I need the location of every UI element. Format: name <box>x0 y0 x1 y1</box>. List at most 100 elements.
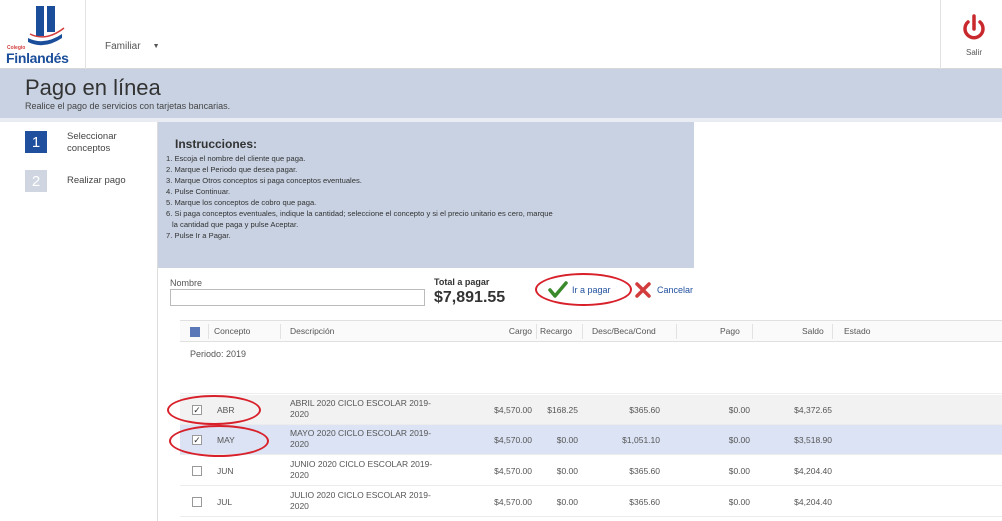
cell-descripcion-line: JUNIO 2020 CICLO ESCOLAR 2019- <box>290 459 433 469</box>
client-dropdown-value: Familiar <box>105 41 141 52</box>
row-checkbox[interactable]: ✓ <box>192 405 202 415</box>
cell-saldo: $4,204.40 <box>794 497 832 507</box>
school-logo[interactable]: Colegio Finlandés <box>4 2 84 66</box>
logo-divider <box>85 0 86 69</box>
step-label: Realizar pago <box>67 175 126 186</box>
cell-recargo: $0.00 <box>556 435 578 445</box>
cell-cargo: $4,570.00 <box>494 405 532 415</box>
close-icon <box>635 282 651 298</box>
instruction-item: 1. Escoja el nombre del cliente que paga… <box>166 154 306 163</box>
column-header-cargo[interactable]: Cargo <box>488 326 532 336</box>
step-select-concepts[interactable]: 1 Seleccionar conceptos <box>25 131 137 155</box>
column-separator <box>676 324 677 339</box>
instruction-item: 3. Marque Otros conceptos si paga concep… <box>166 176 362 185</box>
column-header-pago[interactable]: Pago <box>720 326 740 336</box>
cell-descripcion-line: 2020 <box>290 439 309 449</box>
row-checkbox[interactable]: ✓ <box>192 435 202 445</box>
column-header-descripcion[interactable]: Descripción <box>290 326 334 336</box>
title-band: Pago en línea Realice el pago de servici… <box>0 69 1002 118</box>
power-icon <box>963 14 985 40</box>
instructions-title: Instrucciones: <box>175 137 258 151</box>
cell-descripcion-line: 2020 <box>290 501 309 511</box>
logo-mark-icon <box>28 6 65 46</box>
step-number: 1 <box>25 131 47 153</box>
cell-saldo: $4,372.65 <box>794 405 832 415</box>
cell-recargo: $0.00 <box>556 497 578 507</box>
column-header-desc[interactable]: Desc/Beca/Cond <box>592 326 656 336</box>
cell-descripcion-line: ABRIL 2020 CICLO ESCOLAR 2019- <box>290 398 431 408</box>
cell-descripcion: JULIO 2020 CICLO ESCOLAR 2019- 2020 <box>290 490 450 512</box>
column-header-saldo[interactable]: Saldo <box>802 326 824 336</box>
total-amount: $7,891.55 <box>434 289 506 306</box>
cell-desc: $365.60 <box>629 466 660 476</box>
cell-recargo: $0.00 <box>556 466 578 476</box>
logout-button[interactable]: Salir <box>955 12 993 62</box>
table-row[interactable]: JUN JUNIO 2020 CICLO ESCOLAR 2019- 2020 … <box>180 456 1002 486</box>
steps-sidebar: 1 Seleccionar conceptos 2 Realizar pago <box>0 122 158 521</box>
cell-cargo: $4,570.00 <box>494 466 532 476</box>
column-separator <box>208 324 209 339</box>
row-checkbox[interactable] <box>192 466 202 476</box>
chevron-down-icon: ▼ <box>152 43 160 50</box>
cell-concepto: ABR <box>217 405 235 415</box>
cell-desc: $365.60 <box>629 497 660 507</box>
select-all-icon[interactable] <box>190 327 200 337</box>
cell-cargo: $4,570.00 <box>494 435 532 445</box>
step-make-payment[interactable]: 2 Realizar pago <box>25 170 137 192</box>
cancel-button[interactable]: Cancelar <box>633 280 693 300</box>
cell-desc: $365.60 <box>629 405 660 415</box>
logout-label: Salir <box>965 48 982 57</box>
instruction-item: 5. Marque los conceptos de cobro que pag… <box>166 198 317 207</box>
cell-pago: $0.00 <box>728 497 750 507</box>
cell-descripcion-line: MAYO 2020 CICLO ESCOLAR 2019- <box>290 428 432 438</box>
column-separator <box>536 324 537 339</box>
column-header-estado[interactable]: Estado <box>844 326 870 336</box>
cell-descripcion: ABRIL 2020 CICLO ESCOLAR 2019- 2020 <box>290 398 450 420</box>
step-number: 2 <box>25 170 47 192</box>
cell-cargo: $4,570.00 <box>494 497 532 507</box>
blank-row <box>180 364 1002 394</box>
column-separator <box>582 324 583 339</box>
instruction-item: 7. Pulse Ir a Pagar. <box>166 231 231 240</box>
column-separator <box>832 324 833 339</box>
cell-descripcion-line: 2020 <box>290 470 309 480</box>
row-checkbox[interactable] <box>192 497 202 507</box>
cell-desc: $1,051.10 <box>622 435 660 445</box>
grid-header: Concepto Descripción Cargo Recargo Desc/… <box>180 320 1002 342</box>
cell-pago: $0.00 <box>728 435 750 445</box>
step-label: Seleccionar conceptos <box>67 131 117 154</box>
column-separator <box>280 324 281 339</box>
checkmark-icon <box>548 281 568 298</box>
pay-button-label: Ir a pagar <box>572 285 611 295</box>
cell-concepto: MAY <box>217 435 235 445</box>
nombre-label: Nombre <box>170 278 203 288</box>
table-row[interactable]: ✓ ABR ABRIL 2020 CICLO ESCOLAR 2019- 202… <box>180 395 1002 425</box>
cell-pago: $0.00 <box>728 405 750 415</box>
cell-saldo: $3,518.90 <box>794 435 832 445</box>
top-bar: Colegio Finlandés Familiar ▼ Salir <box>0 0 1002 69</box>
nombre-input[interactable] <box>170 289 425 306</box>
cell-descripcion-line: JULIO 2020 CICLO ESCOLAR 2019- <box>290 490 431 500</box>
logo-text: Finlandés <box>6 50 69 66</box>
instructions-panel: Instrucciones: 1. Escoja el nombre del c… <box>158 122 694 268</box>
cell-descripcion-line: 2020 <box>290 409 309 419</box>
column-header-concepto[interactable]: Concepto <box>214 326 250 336</box>
cell-concepto: JUN <box>217 466 234 476</box>
pay-button[interactable]: Ir a pagar <box>548 280 611 300</box>
column-header-recargo[interactable]: Recargo <box>540 326 572 336</box>
logout-divider <box>940 0 941 69</box>
instruction-item: 2. Marque el Periodo que desea pagar. <box>166 165 298 174</box>
cell-recargo: $168.25 <box>547 405 578 415</box>
instruction-item: la cantidad que paga y pulse Aceptar. <box>172 220 299 229</box>
period-group-label[interactable]: Periodo: 2019 <box>190 349 246 359</box>
client-dropdown[interactable]: Familiar ▼ <box>105 41 160 52</box>
instruction-item: 6. Si paga conceptos eventuales, indique… <box>166 209 553 218</box>
table-row[interactable]: JUL JULIO 2020 CICLO ESCOLAR 2019- 2020 … <box>180 487 1002 517</box>
cell-pago: $0.00 <box>728 466 750 476</box>
page-subtitle: Realice el pago de servicios con tarjeta… <box>25 101 231 111</box>
table-row[interactable]: ✓ MAY MAYO 2020 CICLO ESCOLAR 2019- 2020… <box>180 425 1002 455</box>
total-label: Total a pagar <box>434 277 490 287</box>
cell-concepto: JUL <box>217 497 233 507</box>
column-separator <box>752 324 753 339</box>
cancel-button-label: Cancelar <box>657 285 694 295</box>
